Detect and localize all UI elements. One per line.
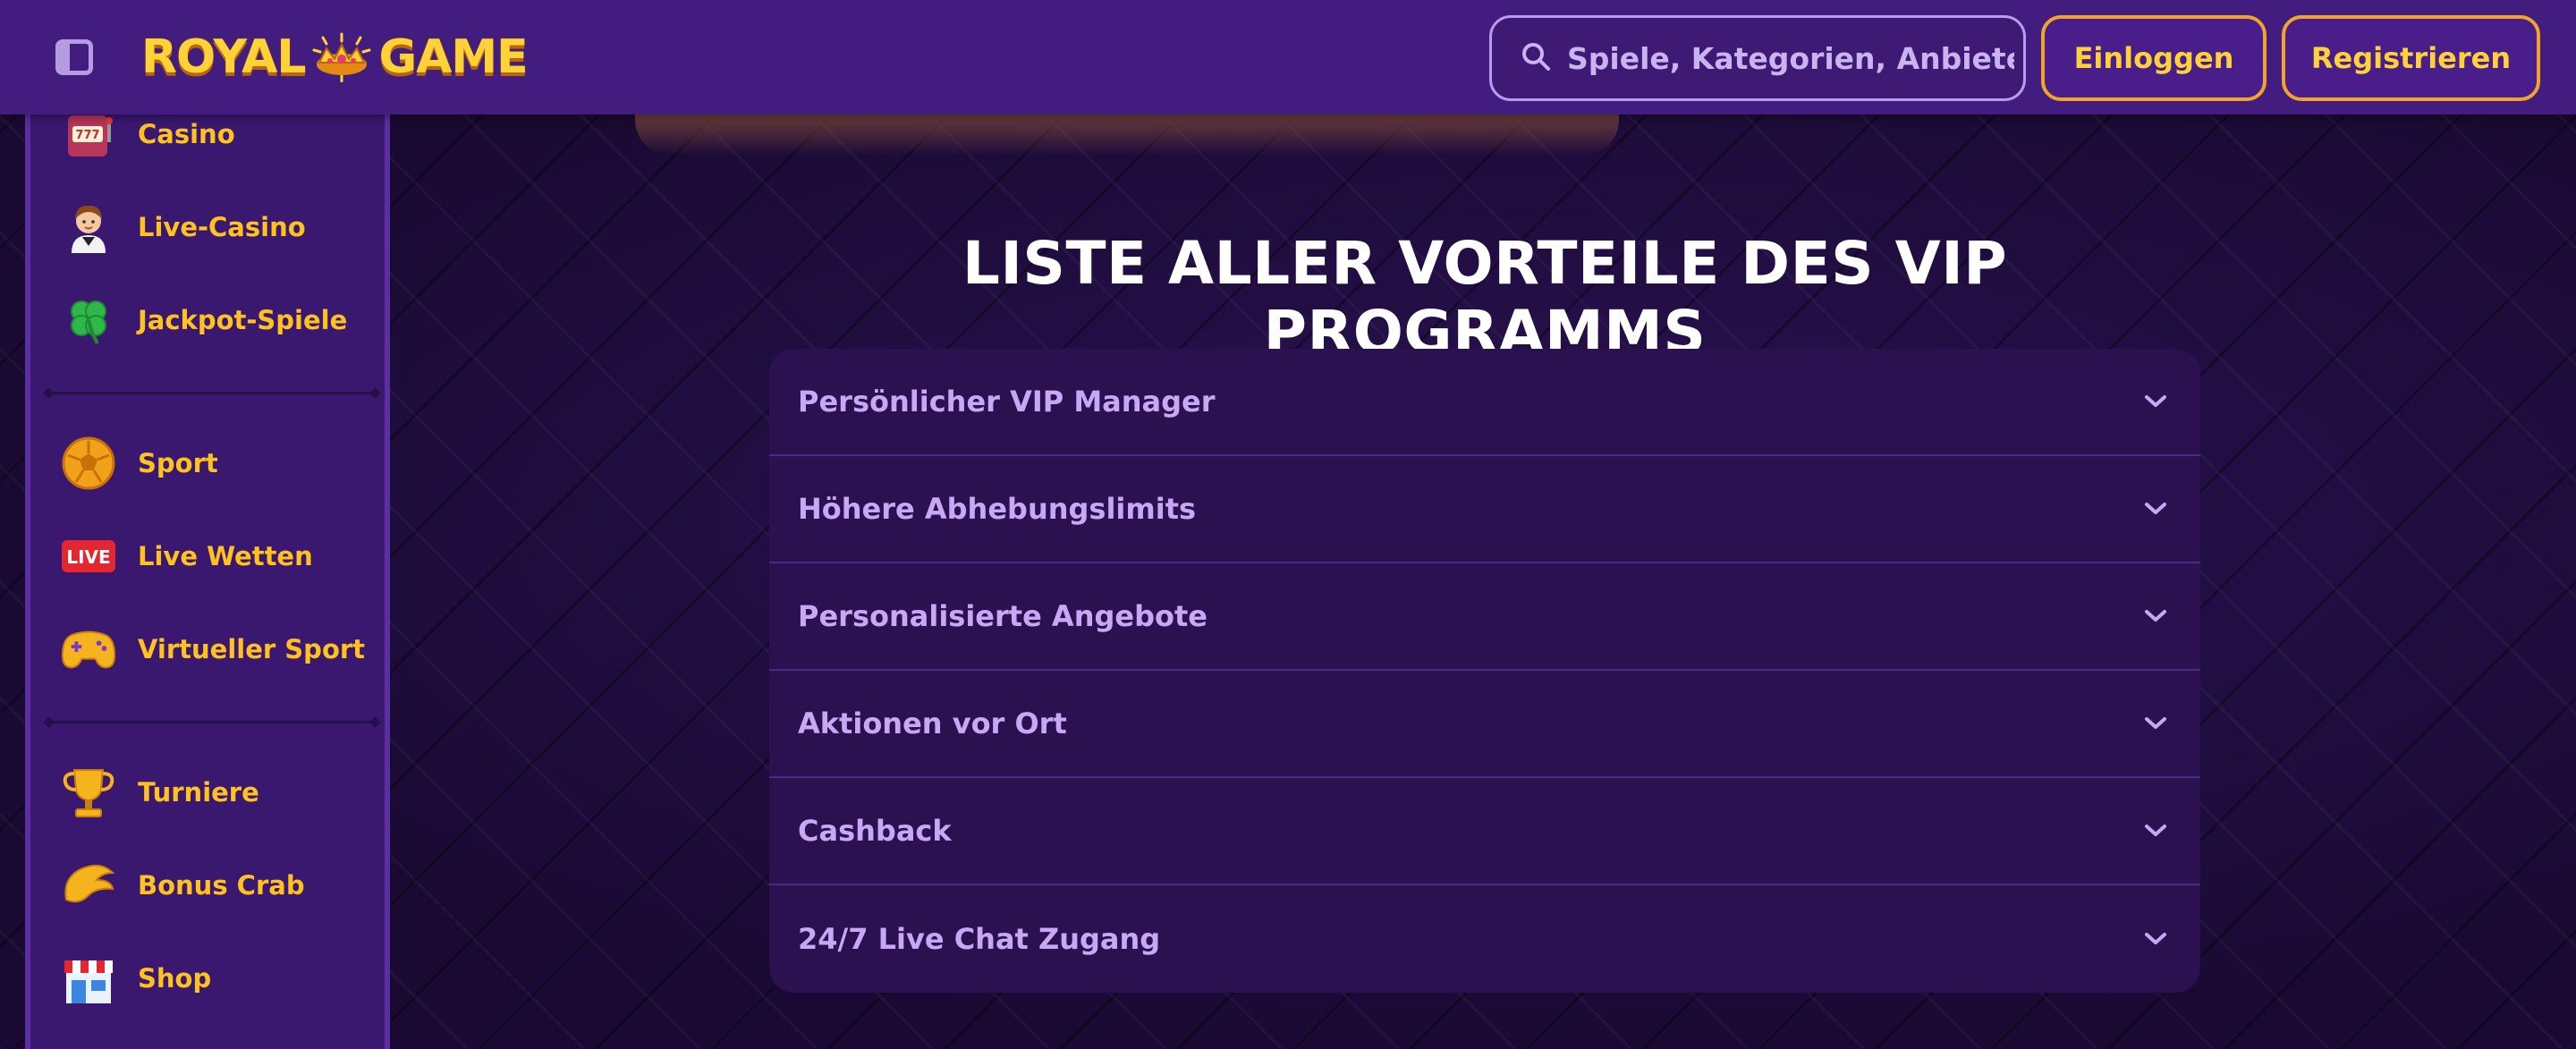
accordion-item-angebote[interactable]: Personalisierte Angebote [769,563,2200,671]
trophy-icon [61,765,116,820]
accordion-label: Persönlicher VIP Manager [798,385,1216,419]
football-icon [61,436,116,491]
sidebar-item-label: Bonus Crab [138,870,305,901]
accordion-item-aktionen[interactable]: Aktionen vor Ort [769,671,2200,778]
accordion-label: Aktionen vor Ort [798,706,1067,740]
sidebar-item-label: Sport [138,448,218,478]
sidebar-divider [48,721,376,723]
sidebar-divider [48,392,376,394]
sidebar-item-live-wetten[interactable]: LIVE Live Wetten [61,520,313,592]
svg-text:777: 777 [75,129,99,142]
search-input[interactable] [1567,40,2014,76]
sidebar-item-label: Casino [138,119,235,149]
sidebar-item-virtueller-sport[interactable]: Virtueller Sport [61,613,365,685]
gamepad-icon [61,622,116,677]
chevron-down-icon[interactable] [2140,815,2172,847]
chevron-down-icon[interactable] [2140,923,2172,955]
top-header: ROYAL GAME Spiele, Kategorien, Anbieter … [0,0,2576,114]
dealer-icon [61,199,116,255]
crab-claw-icon [61,858,116,913]
vip-benefits-accordion: Persönlicher VIP Manager Höhere Abhebung… [769,349,2200,993]
chevron-down-icon[interactable] [2140,707,2172,740]
accordion-item-live-chat[interactable]: 24/7 Live Chat Zugang [769,885,2200,993]
page-title: LISTE ALLER VORTEILE DES VIP PROGRAMMS [962,229,2008,367]
clover-icon [61,292,116,348]
slot-machine-icon: 777 [61,106,116,162]
sidebar-item-shop[interactable]: Shop [61,943,211,1014]
sidebar-item-label: Virtueller Sport [138,634,366,664]
sidebar-item-live-casino[interactable]: Live-Casino [61,191,306,263]
search-icon [1521,41,1551,75]
accordion-label: Cashback [798,814,952,848]
accordion-label: Höhere Abhebungslimits [798,492,1197,526]
sidebar-item-turniere[interactable]: Turniere [61,757,259,828]
chevron-down-icon[interactable] [2140,385,2172,418]
accordion-label: Personalisierte Angebote [798,599,1208,633]
sidebar-item-label: Shop [138,963,212,994]
sidebar-item-jackpot-spiele[interactable]: Jackpot-Spiele [61,284,347,356]
chevron-down-icon[interactable] [2140,600,2172,632]
register-button[interactable]: Registrieren [2282,15,2540,101]
accordion-item-abhebungslimits[interactable]: Höhere Abhebungslimits [769,456,2200,563]
sidebar-item-label: Turniere [138,777,259,808]
logo-text-left: ROYAL [141,30,306,84]
chevron-down-icon[interactable] [2140,493,2172,525]
royal-game-logo[interactable]: ROYAL GAME [141,21,529,93]
svg-text:LIVE: LIVE [66,546,110,568]
accordion-item-cashback[interactable]: Cashback [769,778,2200,885]
sidebar-item-bonus-crab[interactable]: Bonus Crab [61,850,305,921]
sidebar-item-label: Jackpot-Spiele [138,305,348,335]
sidebar-toggle-icon[interactable] [55,39,93,75]
accordion-item-vip-manager[interactable]: Persönlicher VIP Manager [769,349,2200,456]
search-box[interactable] [1489,15,2026,101]
sidebar-nav: 777 Casino Live-Casino Jackpot-Spiele Sp… [25,114,390,1049]
sidebar-item-label: Live Wetten [138,541,313,571]
crown-icon [310,32,373,83]
shop-icon [61,951,116,1006]
live-badge-icon: LIVE [61,529,116,584]
sidebar-item-sport[interactable]: Sport [61,427,218,499]
accordion-label: 24/7 Live Chat Zugang [798,922,1161,956]
hero-banner-bottom [635,114,1619,156]
logo-text-right: GAME [378,30,528,84]
sidebar-item-label: Live-Casino [138,212,306,242]
login-button[interactable]: Einloggen [2041,15,2267,101]
